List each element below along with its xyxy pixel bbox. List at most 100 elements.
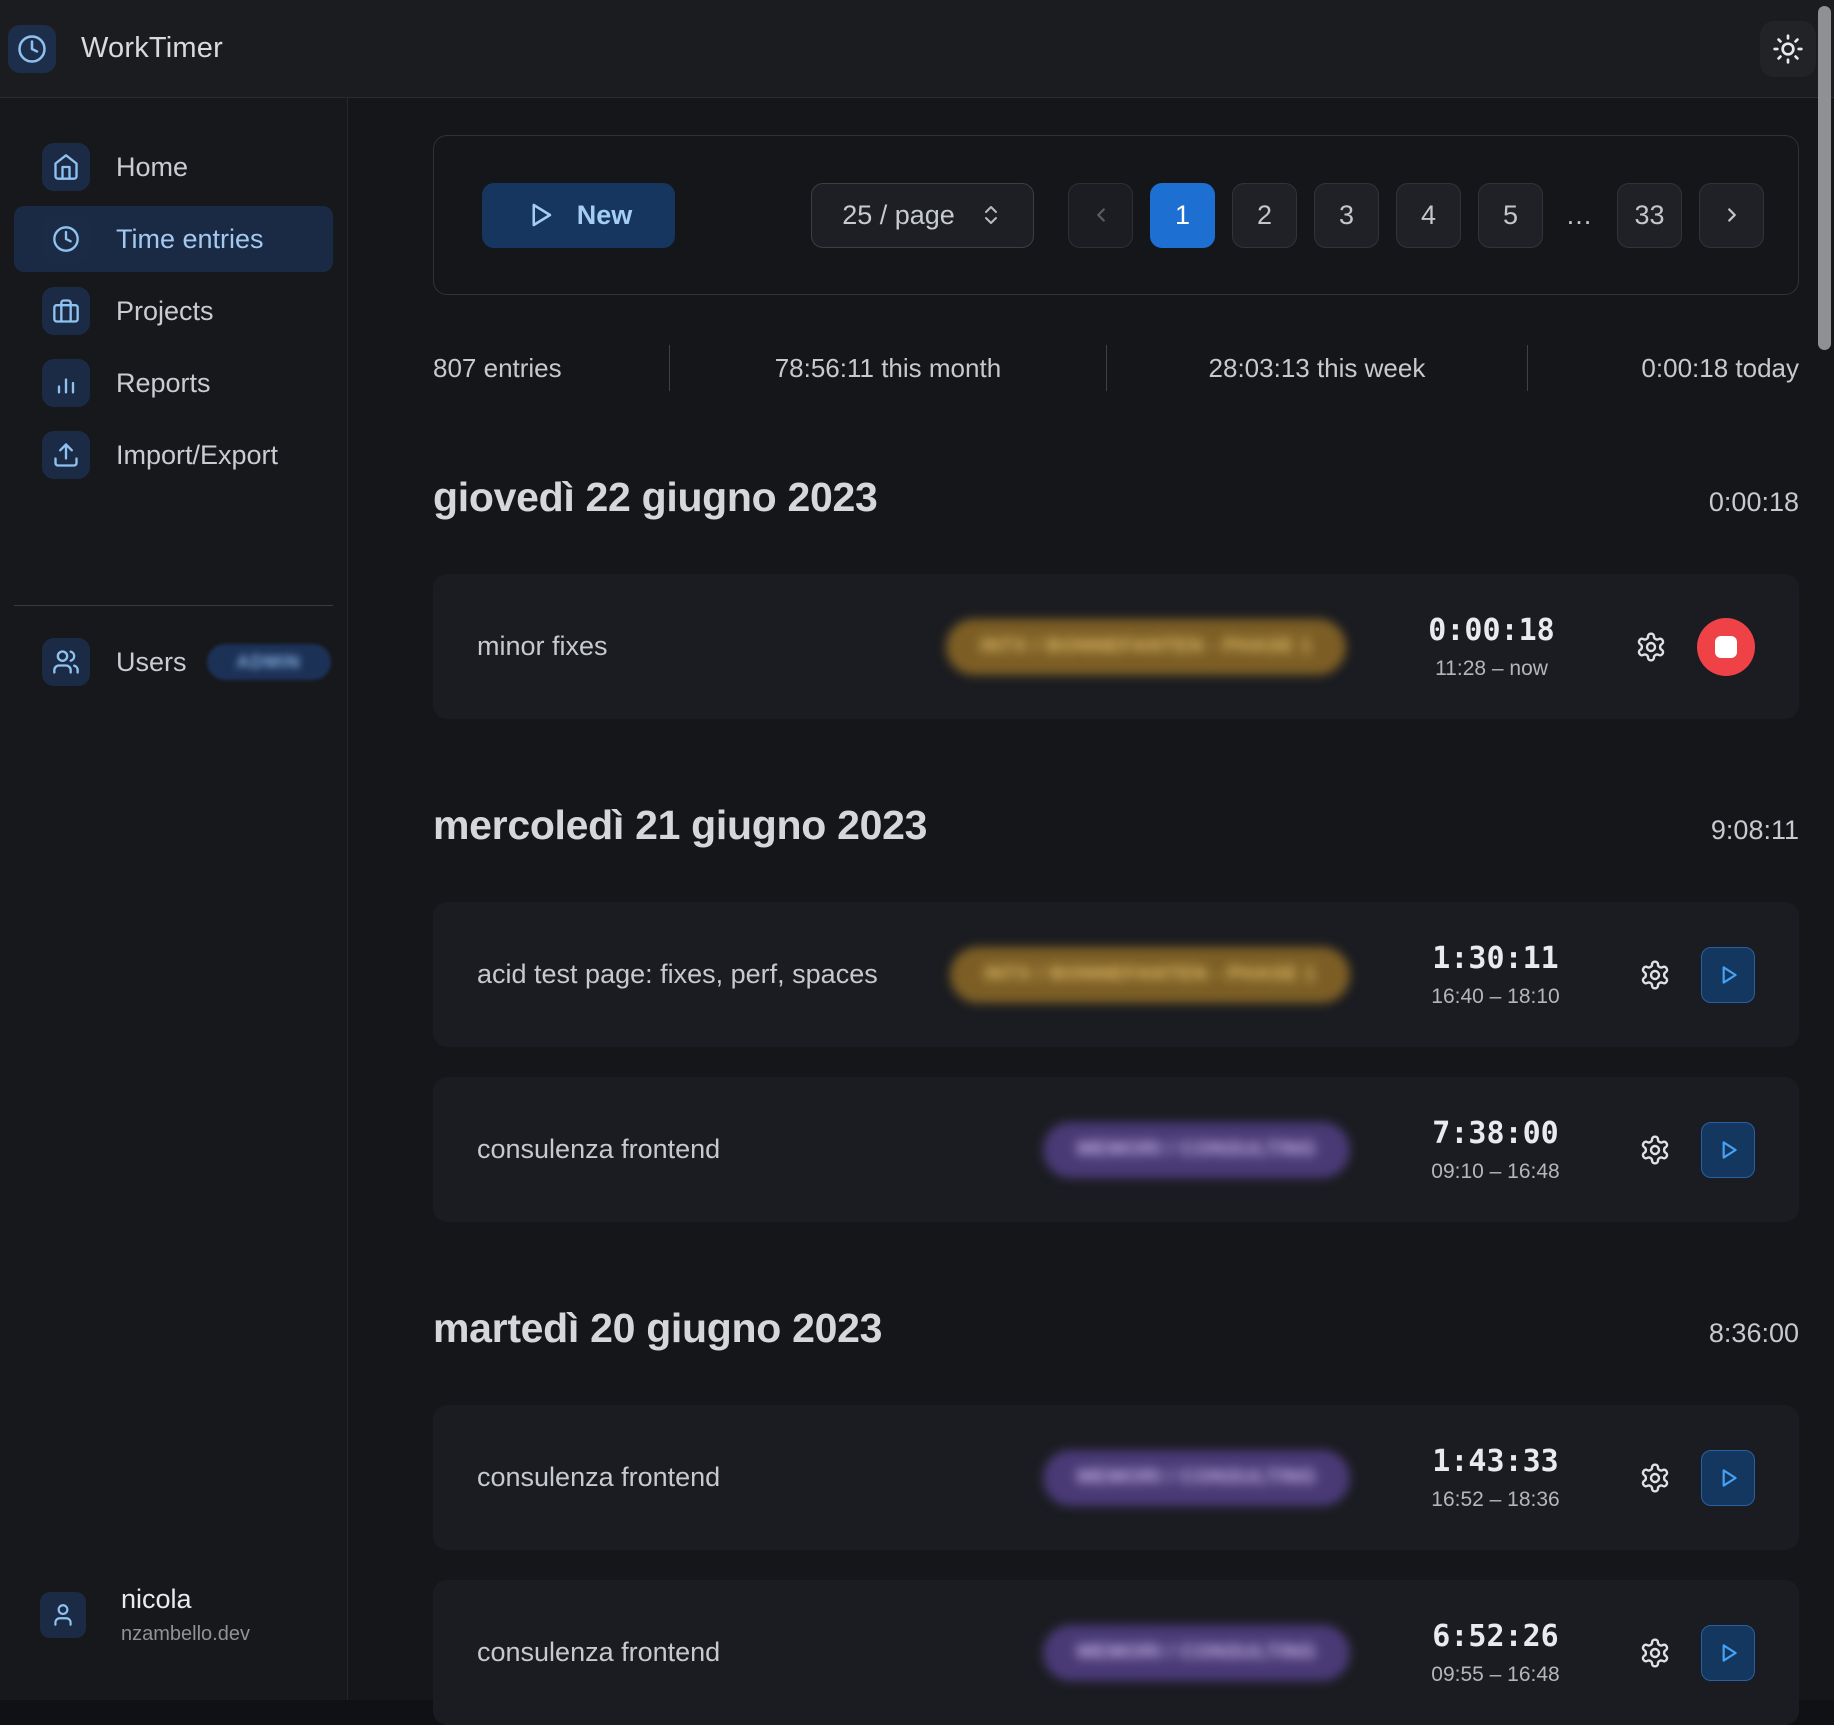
sidebar-item-projects[interactable]: Projects (14, 278, 333, 344)
stat-this-week: 28:03:13 this week (1106, 345, 1527, 391)
page-size-select[interactable]: 25 / page (811, 183, 1034, 248)
day-section-header: martedì 20 giugno 2023 8:36:00 (433, 1304, 1799, 1352)
bar-chart-icon (42, 359, 90, 407)
chevron-right-icon (1721, 204, 1743, 226)
entry-duration: 1:30:11 (1432, 941, 1558, 976)
admin-badge: ADMIN (207, 644, 331, 680)
chevrons-up-down-icon (979, 203, 1003, 227)
user-icon (40, 1592, 86, 1638)
page-button-33[interactable]: 33 (1617, 183, 1682, 248)
stat-today: 0:00:18 today (1527, 345, 1799, 391)
day-section-header: mercoledì 21 giugno 2023 9:08:11 (433, 801, 1799, 849)
entry-duration: 6:52:26 (1432, 1619, 1558, 1654)
next-page-button[interactable] (1699, 183, 1764, 248)
entry-duration: 1:43:33 (1432, 1444, 1558, 1479)
page-button-4[interactable]: 4 (1396, 183, 1461, 248)
resume-timer-button[interactable] (1701, 1625, 1755, 1681)
account-username: nicola (121, 1584, 250, 1615)
page-button-2[interactable]: 2 (1232, 183, 1297, 248)
entry-time-block: 1:30:11 16:40 – 18:10 (1388, 941, 1603, 1009)
project-badge: INTX / BONNEFANTEN - PHASE 1 (946, 619, 1346, 675)
sidebar-item-label: Projects (116, 296, 214, 327)
time-entry-card: consulenza frontend MEMORI / CONSULTING … (433, 1405, 1799, 1550)
gear-icon (1639, 959, 1671, 991)
entry-title: consulenza frontend (477, 1637, 720, 1668)
sidebar-item-label: Users (116, 647, 187, 678)
gear-icon (1639, 1134, 1671, 1166)
resume-timer-button[interactable] (1701, 947, 1755, 1003)
pagination: 1 2 3 4 5 … 33 (1068, 183, 1764, 248)
project-badge: MEMORI / CONSULTING (1043, 1122, 1350, 1178)
stop-timer-button[interactable] (1697, 618, 1755, 676)
sidebar-item-time-entries[interactable]: Time entries (14, 206, 333, 272)
briefcase-icon (42, 287, 90, 335)
theme-toggle-button[interactable] (1760, 21, 1816, 77)
gear-icon (1639, 1637, 1671, 1669)
main-content: New 25 / page 1 2 3 4 5 … 33 (349, 98, 1834, 1700)
play-icon (1715, 1640, 1741, 1666)
day-title: mercoledì 21 giugno 2023 (433, 801, 927, 849)
project-badge: MEMORI / CONSULTING (1043, 1450, 1350, 1506)
play-icon (1715, 1465, 1741, 1491)
sidebar-item-label: Time entries (116, 224, 264, 255)
project-badge: INTX / BONNEFANTEN - PHASE 1 (950, 947, 1350, 1003)
gear-icon (1635, 631, 1667, 663)
entry-time-block: 0:00:18 11:28 – now (1384, 613, 1599, 681)
entry-time-block: 7:38:00 09:10 – 16:48 (1388, 1116, 1603, 1184)
account-info[interactable]: nicola nzambello.dev (0, 1584, 348, 1646)
toolbar: New 25 / page 1 2 3 4 5 … 33 (433, 135, 1799, 295)
app-logo (8, 25, 56, 73)
sun-icon (1772, 33, 1804, 65)
scrollbar-thumb[interactable] (1818, 6, 1831, 350)
play-icon (1715, 1137, 1741, 1163)
day-section-header: giovedì 22 giugno 2023 0:00:18 (433, 473, 1799, 521)
clock-icon (17, 34, 47, 64)
entry-title: acid test page: fixes, perf, spaces (477, 959, 878, 990)
page-button-5[interactable]: 5 (1478, 183, 1543, 248)
play-icon (525, 200, 555, 230)
sidebar: Home Time entries Projects Reports Impor… (0, 98, 348, 1700)
entry-time-range: 16:52 – 18:36 (1431, 1488, 1559, 1512)
new-entry-label: New (577, 200, 633, 231)
entry-settings-button[interactable] (1639, 959, 1671, 991)
page-button-1[interactable]: 1 (1150, 183, 1215, 248)
entry-title: consulenza frontend (477, 1462, 720, 1493)
top-bar: WorkTimer (0, 0, 1834, 98)
sidebar-item-users[interactable]: Users ADMIN (14, 629, 333, 695)
page-button-3[interactable]: 3 (1314, 183, 1379, 248)
clock-icon (42, 215, 90, 263)
sidebar-item-reports[interactable]: Reports (14, 350, 333, 416)
day-total: 8:36:00 (1709, 1309, 1799, 1357)
entry-title: consulenza frontend (477, 1134, 720, 1165)
resume-timer-button[interactable] (1701, 1122, 1755, 1178)
resume-timer-button[interactable] (1701, 1450, 1755, 1506)
sidebar-item-label: Home (116, 152, 188, 183)
sidebar-item-home[interactable]: Home (14, 134, 333, 200)
entry-time-range: 09:10 – 16:48 (1431, 1160, 1559, 1184)
entry-settings-button[interactable] (1639, 1462, 1671, 1494)
project-badge: MEMORI / CONSULTING (1043, 1625, 1350, 1681)
account-domain: nzambello.dev (121, 1623, 250, 1646)
entry-settings-button[interactable] (1635, 631, 1667, 663)
chevron-left-icon (1090, 204, 1112, 226)
entry-time-range: 11:28 – now (1435, 657, 1548, 681)
time-entry-card: consulenza frontend MEMORI / CONSULTING … (433, 1077, 1799, 1222)
time-entry-card: acid test page: fixes, perf, spaces INTX… (433, 902, 1799, 1047)
users-icon (42, 638, 90, 686)
sidebar-item-label: Import/Export (116, 440, 278, 471)
entry-settings-button[interactable] (1639, 1134, 1671, 1166)
entry-duration: 7:38:00 (1432, 1116, 1558, 1151)
time-entry-card: consulenza frontend MEMORI / CONSULTING … (433, 1580, 1799, 1725)
upload-icon (42, 431, 90, 479)
sidebar-item-label: Reports (116, 368, 211, 399)
sidebar-divider (14, 605, 333, 606)
app-title: WorkTimer (81, 32, 223, 65)
prev-page-button[interactable] (1068, 183, 1133, 248)
entry-time-range: 16:40 – 18:10 (1431, 985, 1559, 1009)
gear-icon (1639, 1462, 1671, 1494)
new-entry-button[interactable]: New (482, 183, 675, 248)
time-entry-card: minor fixes INTX / BONNEFANTEN - PHASE 1… (433, 574, 1799, 719)
entry-settings-button[interactable] (1639, 1637, 1671, 1669)
day-title: giovedì 22 giugno 2023 (433, 473, 878, 521)
sidebar-item-import-export[interactable]: Import/Export (14, 422, 333, 488)
